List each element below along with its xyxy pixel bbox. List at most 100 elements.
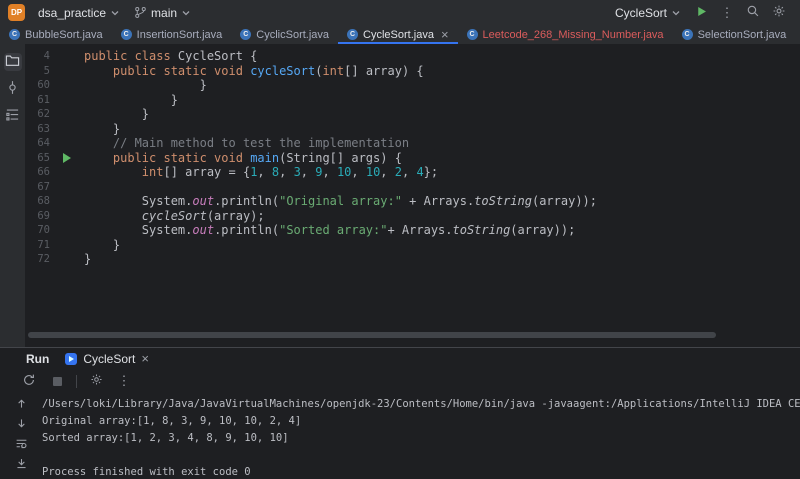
folder-icon — [5, 53, 20, 71]
commit-icon — [5, 80, 20, 98]
down-stack-button[interactable] — [13, 417, 29, 432]
java-class-icon: C — [120, 29, 132, 40]
code-line[interactable]: 5 public static void cycleSort(int[] arr… — [26, 64, 800, 79]
code-line[interactable]: 66 int[] array = {1, 8, 3, 9, 10, 10, 2,… — [26, 165, 800, 180]
soft-wrap-icon — [15, 437, 28, 453]
ide-window: DP dsa_practice main CycleSort ⋮ C Bubble… — [0, 0, 800, 479]
code-line[interactable]: 60 } — [26, 78, 800, 93]
java-class-icon: C — [347, 29, 359, 40]
code-line[interactable]: 67 — [26, 180, 800, 195]
line-number: 66 — [37, 166, 50, 178]
java-class-icon: C — [9, 29, 20, 40]
line-number: 65 — [37, 151, 50, 164]
code-line[interactable]: 70 System.out.println("Sorted array:"+ A… — [26, 223, 800, 238]
rerun-button[interactable] — [20, 373, 38, 389]
editor-tab[interactable]: C BubbleSort.java — [0, 25, 112, 44]
tab-label: BubbleSort.java — [25, 28, 103, 41]
chevron-down-icon — [671, 8, 681, 18]
project-selector[interactable]: dsa_practice — [33, 4, 125, 22]
code-line[interactable]: 72} — [26, 252, 800, 267]
editor-tab[interactable]: C CyclicSort.java — [231, 25, 338, 44]
editor-tab[interactable]: C CycleSort.java × — [338, 25, 458, 44]
line-number: 63 — [37, 122, 50, 135]
activity-bar — [0, 44, 26, 347]
run-button[interactable] — [690, 3, 712, 23]
run-console-tab[interactable]: CycleSort × — [65, 348, 149, 370]
line-number: 5 — [43, 64, 50, 77]
code-line[interactable]: 69 cycleSort(array); — [26, 209, 800, 224]
code-line[interactable]: 64 // Main method to test the implementa… — [26, 136, 800, 151]
line-number: 68 — [37, 195, 50, 207]
code-line[interactable]: 71 } — [26, 238, 800, 253]
editor-tab-strip: C BubbleSort.java C InsertionSort.java C Cycl… — [0, 25, 800, 44]
down-arrow-icon — [15, 417, 28, 433]
branch-name: main — [151, 5, 178, 20]
editor-tab[interactable]: C Leetcode_268_Missing_Number.java — [458, 25, 673, 44]
soft-wrap-button[interactable] — [13, 437, 29, 452]
console-gutter-toolbar — [0, 392, 42, 479]
code-text: System.out.println("Original array:" + A… — [84, 194, 597, 208]
code-text: } — [84, 107, 150, 121]
up-stack-button[interactable] — [13, 397, 29, 412]
editor-tab[interactable]: C InsertionSort.java — [112, 25, 232, 44]
structure-tool-button[interactable] — [4, 107, 22, 125]
line-number: 60 — [37, 79, 50, 91]
close-icon[interactable]: × — [141, 352, 149, 365]
console-settings-button[interactable] — [87, 373, 105, 389]
git-branch-icon — [134, 6, 147, 19]
commit-tool-button[interactable] — [4, 80, 22, 98]
scroll-to-end-button[interactable] — [13, 457, 29, 472]
run-panel-header: Run CycleSort × — [0, 348, 800, 370]
stop-button[interactable] — [48, 373, 66, 389]
java-class-icon: C — [240, 29, 252, 40]
code-editor[interactable]: 4 public class CycleSort {5 public static… — [26, 44, 800, 347]
branch-selector[interactable]: main — [129, 4, 196, 22]
project-tool-button[interactable] — [3, 53, 22, 71]
tab-label: InsertionSort.java — [136, 28, 223, 41]
more-options-button[interactable]: ⋮ — [115, 373, 133, 389]
chevron-down-icon — [181, 8, 191, 18]
horizontal-scrollbar[interactable] — [28, 332, 716, 338]
tab-label: Leetcode_268_Missing_Number.java — [482, 28, 664, 41]
code-area: 4 public class CycleSort {5 public static… — [26, 49, 800, 267]
line-number: 72 — [37, 253, 50, 265]
line-number: 67 — [37, 180, 50, 193]
code-text: // Main method to test the implementatio… — [84, 136, 410, 150]
console-line: Sorted array:[1, 2, 3, 4, 8, 9, 10, 10] — [42, 432, 289, 444]
more-run-actions-button[interactable]: ⋮ — [716, 3, 738, 23]
java-class-icon: C — [681, 29, 693, 40]
line-number: 4 — [43, 50, 50, 62]
project-avatar[interactable]: DP — [8, 4, 25, 21]
code-text: public static void main(String[] args) { — [112, 150, 402, 165]
up-arrow-icon — [15, 397, 28, 413]
code-line[interactable]: 63 } — [26, 122, 800, 137]
run-config-selector[interactable]: CycleSort — [610, 4, 686, 22]
search-everywhere-button[interactable] — [742, 3, 764, 23]
line-number: 70 — [37, 224, 50, 236]
console-line: /Users/loki/Library/Java/JavaVirtualMach… — [42, 398, 800, 410]
search-icon — [746, 4, 760, 21]
code-line[interactable]: 65 public static void main(String[] args… — [26, 151, 800, 166]
code-text: } — [84, 92, 178, 107]
line-number: 62 — [37, 108, 50, 120]
gear-icon — [772, 4, 786, 21]
code-text: } — [84, 78, 207, 92]
code-line[interactable]: 68 System.out.println("Original array:" … — [26, 194, 800, 209]
settings-button[interactable] — [768, 3, 790, 23]
code-line[interactable]: 4 public class CycleSort { — [26, 49, 800, 64]
console-output[interactable]: /Users/loki/Library/Java/JavaVirtualMach… — [42, 392, 800, 479]
code-text: public class CycleSort { — [84, 49, 258, 63]
close-icon[interactable]: × — [441, 28, 449, 41]
code-line[interactable]: 62 } — [26, 107, 800, 122]
rerun-icon — [22, 373, 36, 390]
run-gutter-slot — [50, 152, 84, 163]
run-tool-window: Run CycleSort × ⋮ /Users/loki/Library/Ja… — [0, 347, 800, 479]
run-arrow-icon[interactable] — [63, 152, 71, 163]
editor-tab[interactable]: C SelectionSort.java — [673, 25, 796, 44]
run-config-name: CycleSort — [614, 5, 667, 20]
code-line[interactable]: 61 } — [26, 93, 800, 108]
more-icon: ⋮ — [117, 373, 131, 388]
editor-tab[interactable]: .gitig — [795, 25, 800, 44]
title-bar: DP dsa_practice main CycleSort ⋮ — [0, 0, 800, 25]
code-text: cycleSort(array); — [141, 208, 265, 223]
